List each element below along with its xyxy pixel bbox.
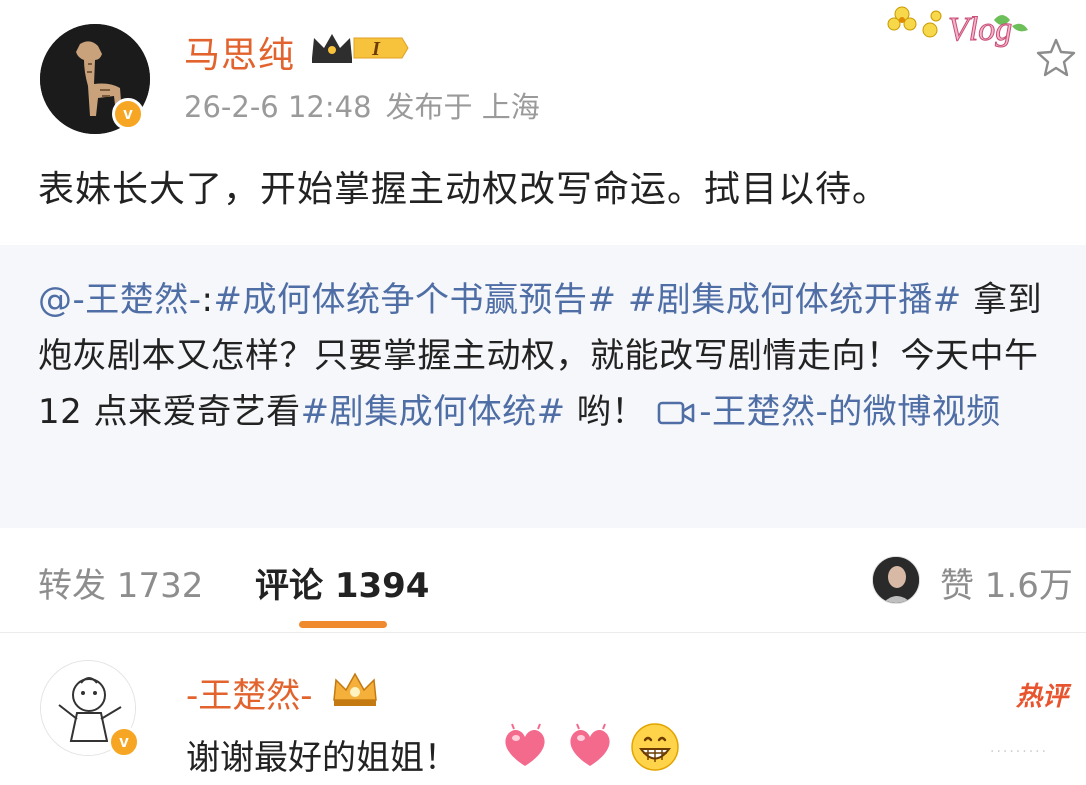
comment-text: 谢谢最好的姐姐！ <box>186 738 458 778</box>
vip-crown-icon[interactable]: I <box>308 28 412 68</box>
post-date: 26-2-6 12:48 <box>184 90 372 124</box>
camera-icon <box>657 401 695 425</box>
vlog-decoration: Vlog <box>887 6 1028 49</box>
verified-icon: v <box>112 98 144 130</box>
star-icon[interactable] <box>1034 36 1078 80</box>
comment-emojis <box>498 720 688 776</box>
topic-link-2[interactable]: #剧集成何体统开播# <box>628 280 962 320</box>
comment-tab[interactable]: 评论 1394 <box>255 558 429 607</box>
video-link-label: -王楚然-的微博视频 <box>699 392 1001 432</box>
liker-avatar[interactable] <box>872 556 920 604</box>
repost-colon: : <box>201 280 214 320</box>
vlog-text: Vlog <box>948 11 1012 48</box>
author-name[interactable]: 马思纯 <box>184 26 295 78</box>
repost-tab[interactable]: 转发 1732 <box>38 558 203 607</box>
topic-link-3[interactable]: #剧集成何体统# <box>301 392 566 432</box>
hot-comment-badge: 热评 <box>1016 682 1069 712</box>
heart-emoji <box>570 723 610 766</box>
post-text: 表妹长大了，开始掌握主动权改写命运。拭目以待。 <box>38 169 890 210</box>
mention-link[interactable]: @-王楚然- <box>38 280 202 320</box>
vip-level-text: I <box>371 38 381 60</box>
commenter-verified-icon: v <box>108 726 140 758</box>
topic-link-1[interactable]: #成何体统争个书赢预告# <box>214 280 617 320</box>
post-meta: 26-2-6 12:48 发布于 上海 <box>184 84 540 126</box>
video-link[interactable]: -王楚然-的微博视频 <box>657 392 1001 432</box>
repost-body-2: 哟！ <box>565 392 658 432</box>
active-tab-indicator <box>299 621 387 628</box>
divider <box>0 632 1086 633</box>
commenter-crown-icon[interactable] <box>328 670 382 710</box>
weibo-post-screen: v 马思纯 I 26-2-6 12:48 发布于 上海 Vlog 表妹长大了，开始… <box>0 0 1086 785</box>
repost-text: @-王楚然-:#成何体统争个书赢预告# #剧集成何体统开播# 拿到炮灰剧本又怎样… <box>38 272 1068 440</box>
grin-emoji <box>631 723 679 771</box>
watermark-dots: ········· <box>990 744 1049 760</box>
commenter-name[interactable]: -王楚然- <box>186 668 313 717</box>
heart-emoji <box>505 723 545 766</box>
post-location: 发布于 上海 <box>385 90 540 124</box>
like-tab[interactable]: 赞 1.6万 <box>940 558 1073 607</box>
